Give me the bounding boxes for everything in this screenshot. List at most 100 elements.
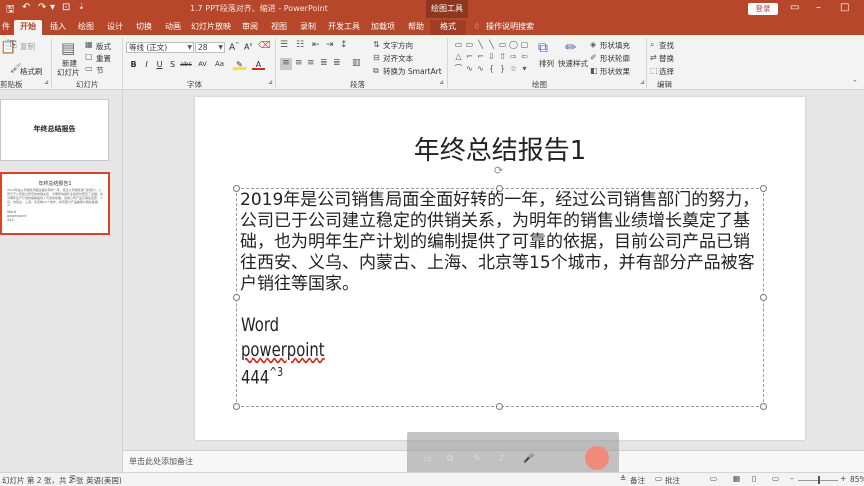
tab-animations[interactable]: 动画 bbox=[161, 20, 185, 35]
quick-styles-icon[interactable]: ✏ bbox=[565, 40, 577, 56]
copy-icon[interactable]: ⎘ bbox=[10, 40, 17, 50]
slide-line-powerpoint[interactable]: powerpoint bbox=[241, 339, 325, 361]
comments-toggle[interactable]: 批注 bbox=[665, 475, 680, 486]
reset-icon[interactable]: ▢ bbox=[85, 52, 93, 61]
maximize-icon[interactable]: □ bbox=[840, 2, 849, 13]
rotate-handle-icon[interactable]: ⟳ bbox=[494, 164, 503, 177]
drawing-launcher-icon[interactable]: ⊿ bbox=[640, 79, 645, 86]
bullets-icon[interactable]: ☰ bbox=[280, 40, 288, 50]
slide-thumbnail-1[interactable]: 年终总结报告 bbox=[0, 99, 109, 161]
tab-file[interactable]: 件 bbox=[0, 20, 12, 35]
tab-record[interactable]: 录制 bbox=[296, 20, 320, 35]
rounded-rect-shape-icon[interactable]: ▢ bbox=[520, 40, 529, 49]
convert-smartart-button[interactable]: 转换为 SmartArt bbox=[383, 66, 442, 77]
search-icon[interactable]: ⌕ bbox=[650, 40, 654, 50]
replace-icon[interactable]: ⇄ bbox=[650, 53, 657, 62]
record-button[interactable] bbox=[585, 446, 609, 470]
more-shapes-icon[interactable]: ▾ bbox=[520, 64, 529, 73]
shape-fill-icon[interactable]: ◈ bbox=[590, 40, 596, 49]
rectangle-shape-icon[interactable]: ▭ bbox=[465, 40, 474, 49]
shape-effects-icon[interactable]: ◧ bbox=[590, 66, 598, 75]
quick-access-dropdown-icon[interactable]: ▾ bbox=[50, 2, 55, 13]
new-slide-icon[interactable]: ▤ bbox=[61, 39, 75, 57]
copy-button[interactable]: 复制 bbox=[20, 41, 35, 52]
slideshow-icon[interactable]: ▭ bbox=[772, 474, 779, 483]
triangle-shape-icon[interactable]: △ bbox=[454, 52, 463, 61]
columns-icon[interactable]: ▥ bbox=[352, 58, 361, 68]
resize-handle[interactable] bbox=[233, 403, 240, 410]
speaker-icon[interactable]: ♪ bbox=[499, 454, 505, 464]
tab-draw[interactable]: 绘图 bbox=[74, 20, 98, 35]
curve-shape-icon[interactable]: ∿ bbox=[476, 64, 485, 73]
find-button[interactable]: 查找 bbox=[659, 40, 674, 51]
notes-toggle[interactable]: 备注 bbox=[630, 475, 645, 486]
increase-indent-icon[interactable]: ⇥ bbox=[326, 40, 334, 50]
section-button[interactable]: 节 bbox=[96, 65, 104, 76]
arrow-shape-icon[interactable]: ⇦ bbox=[520, 52, 529, 61]
zoom-slider-thumb[interactable] bbox=[818, 476, 820, 484]
customize-qat-icon[interactable]: ⇣ bbox=[78, 2, 85, 11]
tab-transitions[interactable]: 切换 bbox=[132, 20, 156, 35]
numbering-icon[interactable]: ☷ bbox=[296, 40, 304, 50]
character-spacing-button[interactable]: AV bbox=[196, 59, 209, 70]
tab-developer[interactable]: 开发工具 bbox=[326, 20, 362, 35]
rectangle-shape-icon[interactable]: ▭ bbox=[498, 40, 507, 49]
format-painter-button[interactable]: 格式刷 bbox=[20, 66, 43, 77]
shrink-font-button[interactable]: Av bbox=[244, 42, 252, 52]
smartart-icon[interactable]: ⧉ bbox=[373, 66, 379, 76]
brace-shape-icon[interactable]: } bbox=[498, 64, 507, 73]
language-status[interactable]: 英语(美国) bbox=[86, 475, 122, 486]
tab-help[interactable]: 帮助 bbox=[404, 20, 428, 35]
select-button[interactable]: 选择 bbox=[659, 66, 674, 77]
align-left-icon[interactable]: ≡ bbox=[280, 58, 292, 70]
tab-review[interactable]: 审阅 bbox=[238, 20, 262, 35]
tell-me-search[interactable]: 操作说明搜索 bbox=[486, 20, 546, 35]
ribbon-display-options-icon[interactable]: ▭ bbox=[790, 2, 799, 13]
align-text-button[interactable]: 对齐文本 bbox=[383, 53, 413, 64]
slide-title[interactable]: 年终总结报告1 bbox=[195, 130, 805, 167]
reset-button[interactable]: 重置 bbox=[96, 53, 111, 64]
undo-icon[interactable]: ↶ bbox=[22, 2, 30, 13]
highlight-icon[interactable]: ✎ bbox=[233, 59, 246, 70]
text-direction-button[interactable]: 文字方向 bbox=[383, 40, 413, 51]
shape-outline-button[interactable]: 形状轮廓 bbox=[600, 53, 630, 64]
grow-font-button[interactable]: A^ bbox=[229, 42, 239, 53]
resize-handle[interactable] bbox=[233, 294, 240, 301]
font-size-combo[interactable]: 28 ▼ bbox=[195, 42, 225, 53]
oval-shape-icon[interactable]: ◯ bbox=[509, 40, 518, 49]
redo-icon[interactable]: ↷ bbox=[38, 2, 46, 13]
save-icon[interactable]: 🖫 bbox=[6, 2, 15, 19]
decrease-indent-icon[interactable]: ⇤ bbox=[312, 40, 320, 50]
arrange-button[interactable]: 排列 bbox=[539, 58, 554, 69]
slide-sorter-icon[interactable]: ▦ bbox=[733, 474, 740, 483]
screenshot-icon[interactable]: ⧉ bbox=[447, 454, 453, 464]
layout-button[interactable]: 版式 bbox=[96, 41, 111, 52]
camera-icon[interactable]: ▭ bbox=[423, 454, 432, 464]
slide-body-paragraph[interactable]: 2019年是公司销售局面全面好转的一年，经过公司销售部门的努力，公司已于公司建立… bbox=[240, 190, 764, 295]
zoom-in-icon[interactable]: + bbox=[840, 474, 846, 483]
clear-formatting-icon[interactable]: ⌫ bbox=[258, 41, 271, 51]
resize-handle[interactable] bbox=[233, 185, 240, 192]
new-slide-label-2[interactable]: 幻灯片 bbox=[57, 67, 80, 78]
collapse-ribbon-icon[interactable]: ⌃ bbox=[852, 79, 858, 87]
microphone-icon[interactable]: 🎤 bbox=[523, 454, 534, 464]
underline-button[interactable]: U bbox=[154, 59, 165, 70]
font-launcher-icon[interactable]: ⊿ bbox=[268, 79, 273, 86]
curve-shape-icon[interactable]: ∿ bbox=[465, 64, 474, 73]
arrange-icon[interactable]: ⧉ bbox=[538, 40, 548, 56]
tab-design[interactable]: 设计 bbox=[103, 20, 127, 35]
spellcheck-icon[interactable]: ⎘ bbox=[70, 474, 76, 484]
align-text-icon[interactable]: ⊟ bbox=[373, 53, 380, 62]
line-shape-icon[interactable]: ╲ bbox=[476, 40, 485, 49]
bold-button[interactable]: B bbox=[128, 59, 139, 70]
tab-home[interactable]: 开始 bbox=[14, 20, 42, 35]
start-from-beginning-icon[interactable]: ⊡ bbox=[62, 2, 70, 13]
line-spacing-icon[interactable]: ↕ bbox=[340, 40, 348, 50]
login-button[interactable]: 登录 bbox=[748, 3, 778, 15]
shape-outline-icon[interactable]: ✐ bbox=[590, 53, 597, 62]
arrow-shape-icon[interactable]: ⇩ bbox=[487, 52, 496, 61]
slide-line-word[interactable]: Word bbox=[241, 314, 279, 336]
font-name-combo[interactable]: 等线 (正文) ▼ bbox=[126, 42, 194, 53]
shape-effects-button[interactable]: 形状效果 bbox=[600, 66, 630, 77]
paragraph-launcher-icon[interactable]: ⊿ bbox=[439, 79, 444, 86]
